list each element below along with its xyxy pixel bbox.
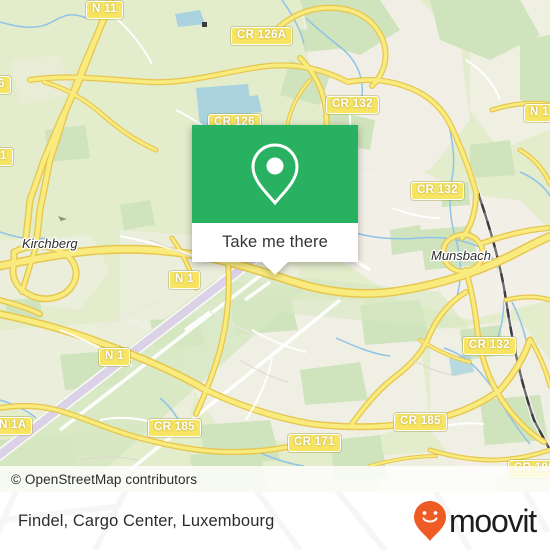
callout-cta[interactable]: Take me there [192,223,358,262]
road-shield: CR 132 [411,182,464,200]
road-shield: CR 185 [148,419,201,437]
road-shield: CR 132 [463,337,516,355]
road-shield: N 1 [524,104,550,122]
map-pin-icon [251,143,299,206]
road-shield: CR 132 [326,96,379,114]
location-title: Findel, Cargo Center, Luxembourg [18,511,275,530]
road-shield: CR 185 [394,413,447,431]
place-label-kirchberg: Kirchberg [22,236,78,251]
take-me-there-callout[interactable]: Take me there [192,125,358,275]
road-shield: N 1 [169,271,200,289]
place-label-munsbach: Munsbach [431,248,491,263]
callout-pointer [262,262,288,275]
moovit-wordmark: moovit [448,503,537,539]
road-shield: N 1A [0,417,33,435]
road-shield: N 11 [86,1,123,19]
callout-cta-label: Take me there [222,233,328,251]
road-shield: CR 171 [288,434,341,452]
road-shield: 1 [0,148,13,166]
footer-bar: Findel, Cargo Center, Luxembourg moovit [0,492,550,550]
map-canvas[interactable]: N 11 CR 126A CR 132 N 1 CR 126 6 1 CR 13… [0,0,550,492]
screenshot-root: N 11 CR 126A CR 132 N 1 CR 126 6 1 CR 13… [0,0,550,550]
road-shield: N 1 [99,348,130,366]
road-shield: 6 [0,76,11,94]
callout-header [192,125,358,223]
road-shield: CR 126A [231,27,293,45]
moovit-pin-smiley-icon [413,501,446,541]
map-attribution-bar: © OpenStreetMap contributors [0,466,550,492]
map-attribution-text: © OpenStreetMap contributors [11,471,198,487]
moovit-logo[interactable]: moovit [413,500,537,542]
